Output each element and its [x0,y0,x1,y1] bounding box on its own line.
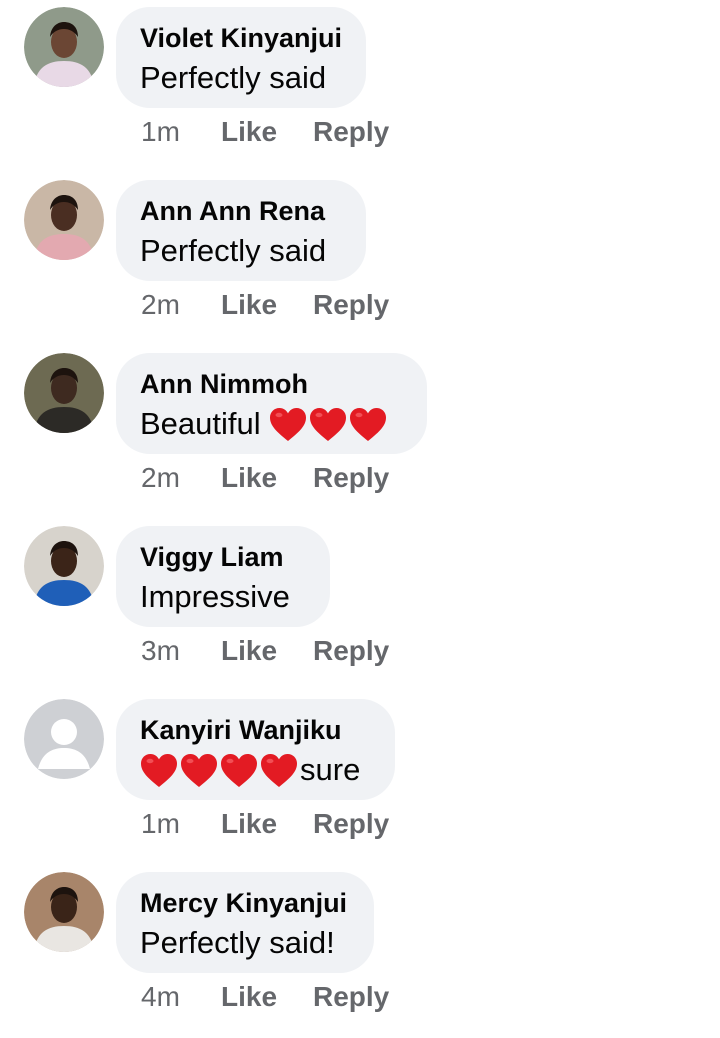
comment: Mercy Kinyanjui Perfectly said! 4m Like … [0,865,720,1038]
comment-text: Perfectly said [140,59,340,97]
comment-text-content: Perfectly said [140,60,327,95]
avatar[interactable] [24,180,104,260]
comment-bubble: Violet Kinyanjui Perfectly said [116,7,366,108]
comment: Kanyiri Wanjiku sure 1m Like Reply [0,692,720,865]
avatar[interactable] [24,872,104,952]
avatar[interactable] [24,7,104,87]
red-heart-icon [220,751,260,789]
comment-bubble: Mercy Kinyanjui Perfectly said! [116,872,374,973]
comment-author[interactable]: Kanyiri Wanjiku [140,713,369,747]
comment-bubble: Ann Nimmoh Beautiful [116,353,427,454]
comment: Ann Nimmoh Beautiful 2m Like Reply [0,346,720,519]
red-heart-icon [349,405,389,443]
comment-author[interactable]: Viggy Liam [140,540,304,574]
comment-text-content: Impressive [140,579,290,614]
comment-text: Perfectly said [140,232,340,270]
like-button[interactable]: Like [221,806,277,842]
reply-button[interactable]: Reply [313,979,389,1015]
profile-photo [24,180,104,260]
red-heart-icon [180,751,220,789]
comment-text-content: Beautiful [140,406,270,441]
comment-text: Perfectly said! [140,924,348,962]
like-button[interactable]: Like [221,460,277,496]
comment-timestamp[interactable]: 3m [141,633,180,669]
reply-button[interactable]: Reply [313,114,389,150]
profile-photo [24,872,104,952]
like-button[interactable]: Like [221,979,277,1015]
comment: Ann Ann Rena Perfectly said 2m Like Repl… [0,173,720,346]
comment-text-content: Perfectly said! [140,925,335,960]
comment-text-content: Perfectly said [140,233,327,268]
comment-timestamp[interactable]: 2m [141,460,180,496]
reply-button[interactable]: Reply [313,460,389,496]
comment-bubble: Kanyiri Wanjiku sure [116,699,395,800]
comment-timestamp[interactable]: 2m [141,287,180,323]
comment-bubble: Ann Ann Rena Perfectly said [116,180,366,281]
comment-text: Beautiful [140,405,401,443]
profile-photo [24,353,104,433]
avatar[interactable] [24,526,104,606]
comment-timestamp[interactable]: 1m [141,114,180,150]
default-avatar-icon[interactable] [24,699,104,779]
profile-photo [24,7,104,87]
red-heart-icon [309,405,349,443]
heart-group [269,406,389,441]
reply-button[interactable]: Reply [313,633,389,669]
reply-button[interactable]: Reply [313,806,389,842]
comment-timestamp[interactable]: 1m [141,806,180,842]
heart-group [140,752,300,787]
like-button[interactable]: Like [221,287,277,323]
red-heart-icon [140,751,180,789]
like-button[interactable]: Like [221,633,277,669]
profile-photo [24,699,104,779]
like-button[interactable]: Like [221,114,277,150]
comment: Violet Kinyanjui Perfectly said 1m Like … [0,0,720,173]
comment-text: Impressive [140,578,304,616]
comment-text-suffix: sure [300,752,361,787]
comment-bubble: Viggy Liam Impressive [116,526,330,627]
avatar[interactable] [24,353,104,433]
comment-author[interactable]: Violet Kinyanjui [140,21,342,55]
comment-timestamp[interactable]: 4m [141,979,180,1015]
comment: Viggy Liam Impressive 3m Like Reply [0,519,720,692]
comment-text: sure [140,751,369,789]
red-heart-icon [260,751,300,789]
comment-author[interactable]: Ann Ann Rena [140,194,340,228]
comment-author[interactable]: Mercy Kinyanjui [140,886,348,920]
red-heart-icon [269,405,309,443]
profile-photo [24,526,104,606]
reply-button[interactable]: Reply [313,287,389,323]
comment-author[interactable]: Ann Nimmoh [140,367,401,401]
